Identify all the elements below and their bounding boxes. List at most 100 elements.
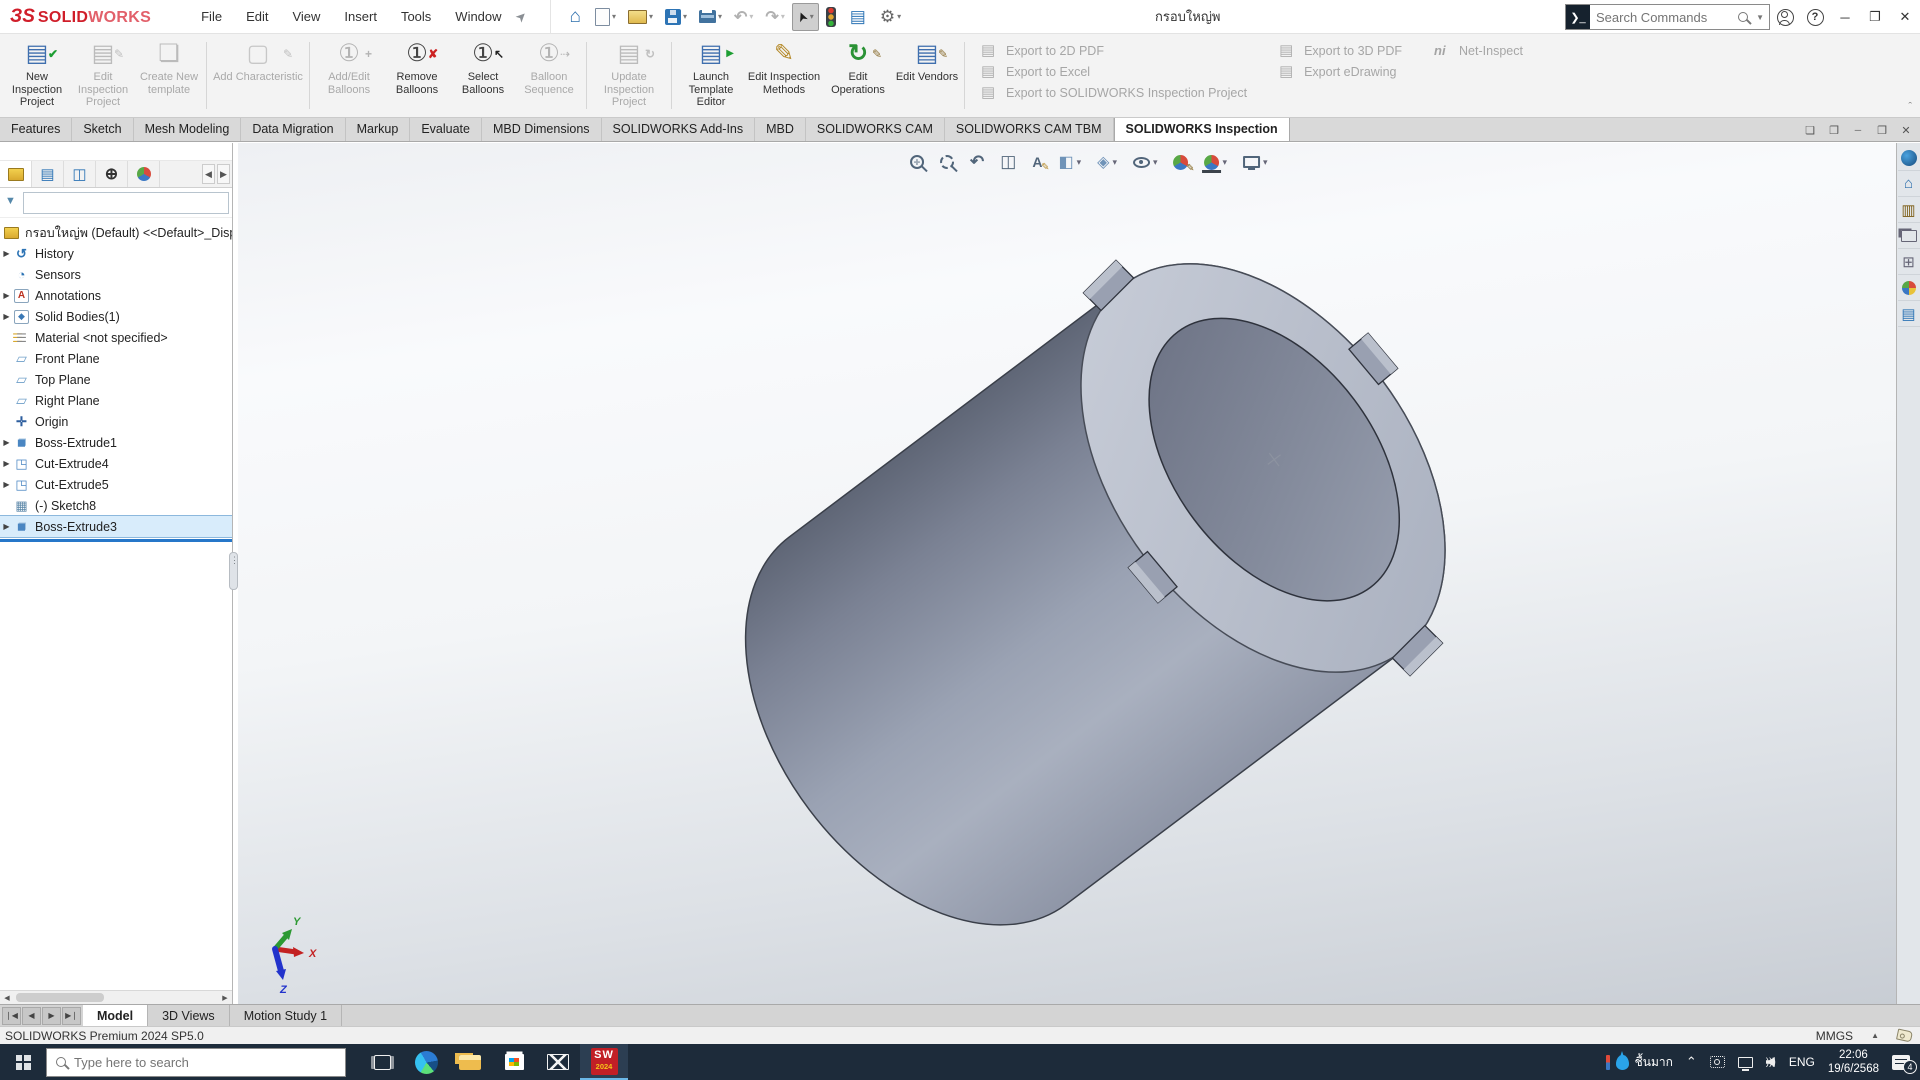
hud-button[interactable]	[1055, 150, 1084, 174]
panel-tab[interactable]	[32, 161, 64, 187]
ribbon-button[interactable]: Edit Vendors	[894, 34, 960, 117]
export-button[interactable]: Export to 3D PDF	[1277, 40, 1402, 61]
panel-tab-right-arrow-icon[interactable]: ▶	[217, 164, 230, 184]
taskbar-app-icon[interactable]	[492, 1044, 536, 1080]
ribbon-collapse-caret-icon[interactable]: ˆ	[1908, 101, 1912, 113]
tags-icon[interactable]	[1896, 1029, 1913, 1043]
net-inspect-button[interactable]: Net-Inspect	[1432, 40, 1523, 61]
document-tab[interactable]: Motion Study 1	[230, 1005, 342, 1026]
task-pane-icon[interactable]	[1898, 171, 1920, 197]
quick-tool-button[interactable]	[792, 3, 819, 31]
tree-item[interactable]: (-) Sketch8	[0, 495, 232, 516]
next-tab-icon[interactable]: ▶	[42, 1007, 61, 1025]
command-tab[interactable]: SOLIDWORKS Add-Ins	[602, 118, 756, 141]
account-button[interactable]	[1770, 0, 1800, 34]
ribbon-button[interactable]: Edit Inspection Project	[70, 34, 136, 117]
restore-button[interactable]: ❐	[1860, 0, 1890, 34]
start-button[interactable]	[0, 1044, 46, 1080]
tray-expand-caret-icon[interactable]: ⌃	[1686, 1054, 1697, 1070]
ribbon-button[interactable]: Add Characteristic	[211, 34, 305, 117]
document-tab[interactable]: 3D Views	[148, 1005, 230, 1026]
hud-button[interactable]	[1029, 150, 1045, 174]
quick-tool-button[interactable]	[564, 3, 587, 31]
quick-tool-button[interactable]	[845, 3, 873, 31]
notification-center-icon[interactable]: 4	[1892, 1055, 1910, 1070]
task-pane-icon[interactable]	[1898, 197, 1920, 223]
ribbon-button[interactable]: Create New template	[136, 34, 202, 117]
taskbar-clock[interactable]: 22:06 19/6/2568	[1828, 1048, 1879, 1076]
tree-item[interactable]: Right Plane	[0, 390, 232, 411]
hud-button[interactable]	[1202, 150, 1231, 174]
weather-widget[interactable]: ชื้นมาก	[1606, 1053, 1673, 1072]
command-tab[interactable]: MBD Dimensions	[482, 118, 602, 141]
hud-button[interactable]	[1171, 150, 1192, 174]
task-pane-icon[interactable]	[1898, 249, 1920, 275]
menu-item[interactable]: Window	[443, 0, 513, 33]
panel-tab[interactable]	[64, 161, 96, 187]
expand-arrow-icon[interactable]	[0, 291, 13, 300]
quick-tool-button[interactable]	[729, 3, 758, 31]
command-tab[interactable]: SOLIDWORKS Inspection	[1114, 118, 1290, 141]
hud-button[interactable]	[1094, 150, 1120, 174]
task-pane-icon[interactable]	[1898, 145, 1920, 171]
document-window-icon[interactable]	[1896, 121, 1916, 139]
network-icon[interactable]	[1738, 1057, 1753, 1068]
command-tab[interactable]: Sketch	[72, 118, 133, 141]
expand-arrow-icon[interactable]	[0, 522, 13, 531]
ribbon-button[interactable]: Update Inspection Project	[591, 34, 667, 117]
taskbar-app-icon[interactable]	[404, 1044, 448, 1080]
panel-tab[interactable]	[96, 161, 128, 187]
first-tab-icon[interactable]: ❘◀	[2, 1007, 21, 1025]
close-button[interactable]: ✕	[1890, 0, 1920, 34]
document-window-icon[interactable]	[1824, 121, 1844, 139]
tree-filter-input[interactable]	[23, 192, 229, 214]
document-window-icon[interactable]	[1800, 121, 1820, 139]
search-dropdown-caret-icon[interactable]: ▼	[1756, 13, 1764, 22]
search-icon[interactable]	[1738, 12, 1748, 22]
scroll-left-icon[interactable]: ◀	[0, 991, 14, 1004]
export-button[interactable]: Export to SOLIDWORKS Inspection Project	[979, 82, 1247, 103]
tree-item[interactable]: History	[0, 243, 232, 264]
search-commands-box[interactable]: ❯_ ▼	[1565, 4, 1770, 30]
menu-item[interactable]: File	[189, 0, 234, 33]
command-tab[interactable]: Data Migration	[241, 118, 345, 141]
hud-button[interactable]	[937, 150, 957, 174]
taskbar-app-icon[interactable]	[536, 1044, 580, 1080]
expand-arrow-icon[interactable]	[0, 438, 13, 447]
panel-splitter-handle[interactable]: ⋮	[229, 552, 238, 590]
command-tab[interactable]: MBD	[755, 118, 806, 141]
export-button[interactable]: Export to Excel	[979, 61, 1247, 82]
menu-item[interactable]: Edit	[234, 0, 280, 33]
taskbar-solidworks-app[interactable]: SW 2024	[580, 1044, 628, 1080]
tree-item[interactable]: Sensors	[0, 264, 232, 285]
ribbon-button[interactable]: Add/Edit Balloons	[314, 34, 384, 117]
scroll-thumb[interactable]	[16, 993, 104, 1002]
expand-arrow-icon[interactable]	[0, 480, 13, 489]
model-canvas[interactable]: X Y Z	[238, 143, 1896, 1004]
quick-tool-button[interactable]	[694, 3, 727, 31]
panel-tab[interactable]	[0, 161, 32, 187]
ribbon-button[interactable]: New Inspection Project	[4, 34, 70, 117]
filter-funnel-icon[interactable]	[3, 195, 19, 211]
quick-tool-button[interactable]	[660, 3, 692, 31]
document-tab[interactable]: Model	[83, 1005, 148, 1026]
rollback-bar[interactable]	[0, 539, 232, 542]
tree-item[interactable]: Origin	[0, 411, 232, 432]
export-button[interactable]: Export to 2D PDF	[979, 40, 1247, 61]
hud-button[interactable]	[907, 150, 927, 174]
tree-item[interactable]: Boss-Extrude3	[0, 516, 232, 537]
panel-tab-left-arrow-icon[interactable]: ◀	[202, 164, 215, 184]
language-indicator[interactable]: ENG	[1789, 1055, 1815, 1069]
tree-item[interactable]: Cut-Extrude4	[0, 453, 232, 474]
hud-button[interactable]	[997, 150, 1019, 174]
minimize-button[interactable]: ─	[1830, 0, 1860, 34]
volume-button[interactable]: )))	[1766, 1057, 1776, 1068]
menu-item[interactable]: View	[280, 0, 332, 33]
command-tab[interactable]: Mesh Modeling	[134, 118, 242, 141]
tree-item[interactable]: Cut-Extrude5	[0, 474, 232, 495]
taskbar-app-icon[interactable]	[360, 1044, 404, 1080]
taskbar-search-box[interactable]	[46, 1048, 346, 1077]
command-tab[interactable]: Features	[0, 118, 72, 141]
last-tab-icon[interactable]: ▶❘	[62, 1007, 81, 1025]
tree-item[interactable]: Annotations	[0, 285, 232, 306]
